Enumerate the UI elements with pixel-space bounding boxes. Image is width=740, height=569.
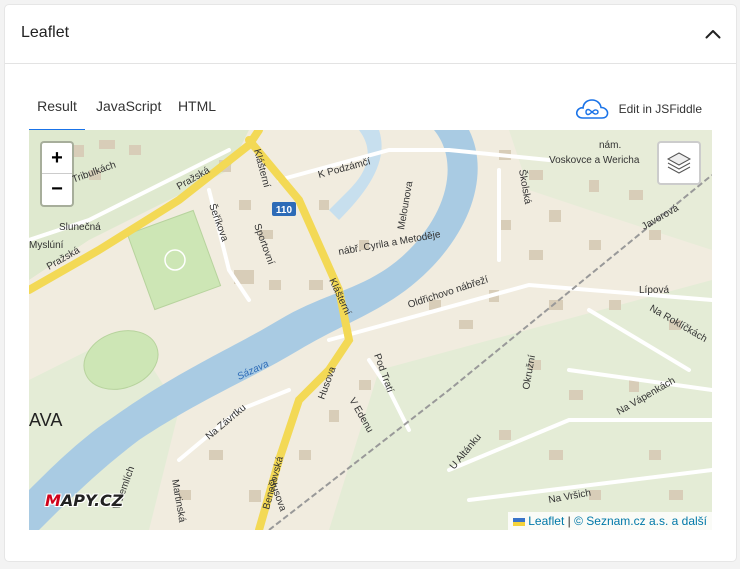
- leaflet-map[interactable]: 110 Na Tribulkách Pražská Pražská Sluneč…: [29, 130, 712, 530]
- svg-text:Lípová: Lípová: [639, 285, 669, 296]
- collapse-button[interactable]: [702, 23, 724, 45]
- panel-header[interactable]: Leaflet: [5, 5, 736, 64]
- edit-in-jsfiddle-button[interactable]: Edit in JSFiddle: [575, 95, 702, 123]
- svg-text:nám.: nám.: [599, 140, 621, 151]
- zoom-control: + −: [40, 141, 74, 207]
- leaflet-panel: Leaflet Result JavaScript HTML Edit in J…: [5, 5, 736, 561]
- svg-text:Slunečná: Slunečná: [59, 222, 101, 233]
- attribution-separator: |: [567, 514, 571, 528]
- svg-text:110: 110: [276, 205, 293, 216]
- layers-button[interactable]: [657, 141, 701, 185]
- layers-icon: [666, 152, 692, 174]
- map-place-label: AVA: [29, 410, 63, 430]
- tab-html[interactable]: HTML: [177, 91, 217, 129]
- cloud-icon: [575, 99, 608, 119]
- svg-text:Voskovce a Wericha: Voskovce a Wericha: [549, 155, 640, 166]
- seznam-copyright-link[interactable]: © Seznam.cz a.s. a další: [574, 514, 707, 528]
- map-tiles[interactable]: 110 Na Tribulkách Pražská Pražská Sluneč…: [29, 130, 712, 530]
- jsfiddle-label: Edit in JSFiddle: [618, 102, 702, 116]
- tab-javascript[interactable]: JavaScript: [96, 91, 161, 129]
- chevron-up-icon: [705, 30, 721, 39]
- mapy-cz-logo: MAPY.CZ: [45, 491, 124, 510]
- panel-title: Leaflet: [21, 24, 70, 41]
- zoom-in-button[interactable]: +: [42, 143, 72, 174]
- tab-result[interactable]: Result: [29, 91, 85, 132]
- zoom-out-button[interactable]: −: [42, 174, 72, 204]
- map-attribution: Leaflet | © Seznam.cz a.s. a další: [508, 512, 712, 530]
- leaflet-link[interactable]: Leaflet: [528, 514, 564, 528]
- ukraine-flag-icon: [513, 517, 526, 526]
- svg-text:Myslúní: Myslúní: [29, 240, 64, 251]
